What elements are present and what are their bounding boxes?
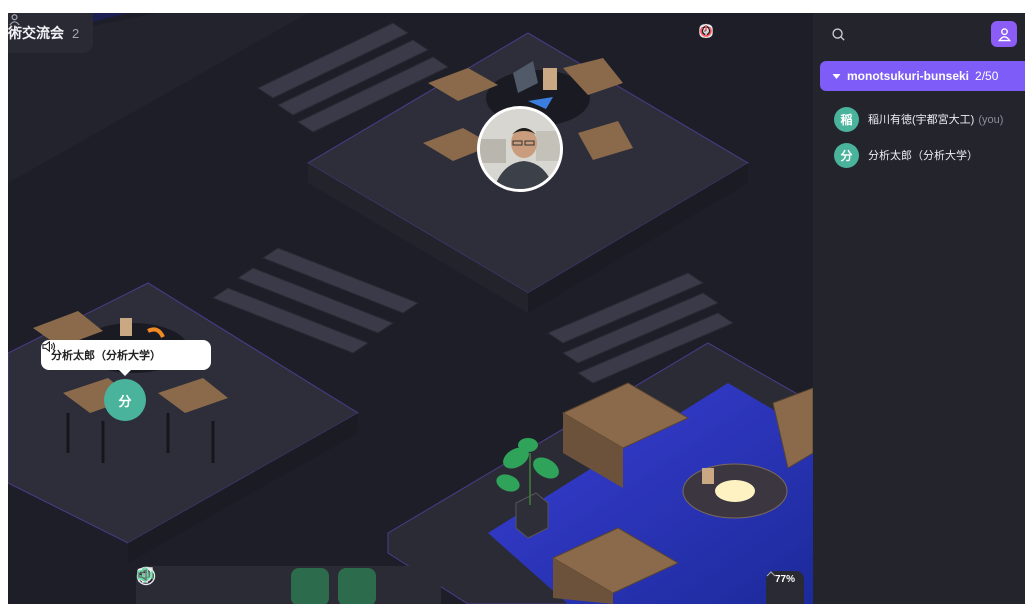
participants-sidebar: monotsukuri-bunseki 2/50 稲 稲川有徳(宇都宮大工) (y… [813,13,1025,604]
add-button[interactable] [136,566,188,604]
member-avatar: 稲 [834,106,859,132]
video-avatar[interactable] [477,106,563,192]
user-video-image [480,109,560,189]
map-canvas [8,13,813,604]
chevron-up-icon[interactable] [766,571,776,577]
chat-button[interactable] [137,567,282,604]
user-name-popup: 分析太郎（分析大学） [41,340,211,376]
member-item[interactable]: 稲 稲川有徳(宇都宮大工) (you) [813,101,1025,137]
member-name: 稲川有徳(宇都宮大工) (you) [868,111,1003,127]
app-frame: 術交流会 2 分析太郎（分析大学） 分 77% monotsukuri-buns… [8,13,1025,604]
avatar-initial: 分 [118,393,132,409]
screen-share-button[interactable] [137,567,235,604]
user-avatar[interactable]: 分 [104,379,146,421]
camera-button[interactable] [137,568,329,604]
speaker-icon [138,568,151,582]
help-button[interactable] [699,23,764,49]
power-icon [700,25,712,37]
participant-count: 2 [9,14,80,41]
group-count: 2/50 [975,69,999,83]
participant-count-value: 2 [72,25,80,41]
member-initial: 分 [840,148,853,163]
person-icon [9,14,20,26]
group-header[interactable]: monotsukuri-bunseki 2/50 [820,61,1025,91]
microphone-button[interactable] [139,567,376,604]
member-name: 分析太郎（分析大学） [868,150,978,162]
leave-button[interactable] [700,23,800,49]
virtual-space-map[interactable]: 術交流会 2 分析太郎（分析大学） 分 77% [8,13,813,604]
bottom-toolbar [136,566,441,604]
member-item[interactable]: 分 分析太郎（分析大学） [813,137,1025,173]
person-icon [997,27,1011,41]
room-title-bar: 術交流会 2 [8,13,94,53]
caret-down-icon [832,73,841,79]
zoom-control[interactable]: 77% [766,571,804,604]
member-you-tag: (you) [978,114,1004,126]
member-initial: 稲 [840,112,853,127]
room-title: 術交流会 [8,25,64,41]
member-avatar: 分 [834,142,859,168]
search-icon[interactable] [831,27,846,42]
popup-user-name: 分析太郎（分析大学） [51,350,161,362]
group-name: monotsukuri-bunseki [847,69,970,83]
speaker-button[interactable] [138,568,423,604]
profile-button[interactable] [991,21,1017,47]
member-name-text: 稲川有徳(宇都宮大工) [868,114,975,126]
sidebar-header [813,13,1025,55]
top-controls [698,23,800,49]
speaker-icon[interactable] [41,340,56,353]
